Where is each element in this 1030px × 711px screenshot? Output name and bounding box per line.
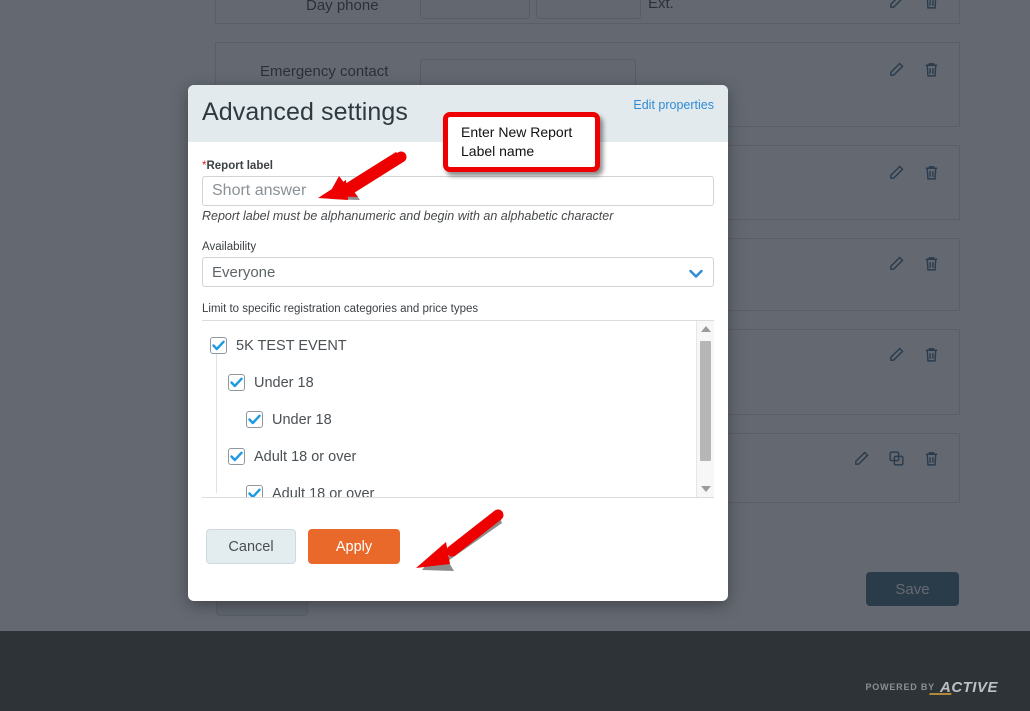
list-item-label: Under 18	[272, 411, 332, 428]
list-item[interactable]: Under 18	[202, 364, 696, 401]
checkbox-checked[interactable]	[228, 448, 245, 465]
annotation-callout-box: Enter New Report Label name	[443, 112, 600, 172]
availability-label: Availability	[202, 241, 257, 253]
list-item[interactable]: Under 18	[202, 401, 696, 438]
limit-categories-label: Limit to specific registration categorie…	[202, 303, 479, 315]
list-item-label: Under 18	[254, 374, 314, 391]
list-item[interactable]: Adult 18 or over	[202, 475, 696, 498]
cancel-button[interactable]: Cancel	[206, 529, 296, 564]
tree-scrollbar[interactable]	[696, 321, 714, 497]
active-brand-label: ACTIVE	[928, 679, 998, 696]
callout-line-1: Enter New Report	[461, 124, 573, 140]
page-title: Advanced settings	[202, 98, 408, 126]
availability-field: Everyone	[202, 257, 714, 287]
list-item-label: 5K TEST EVENT	[236, 337, 347, 354]
scrollbar-thumb[interactable]	[700, 341, 711, 461]
availability-select[interactable]: Everyone	[202, 257, 714, 287]
categories-tree-list: 5K TEST EVENT Under 18 Under 18 Adult 18…	[202, 321, 696, 497]
categories-tree: 5K TEST EVENT Under 18 Under 18 Adult 18…	[202, 320, 714, 498]
apply-button[interactable]: Apply	[308, 529, 400, 564]
list-item-label: Adult 18 or over	[272, 485, 375, 498]
powered-by-label: POWERED BY	[865, 682, 935, 692]
list-item[interactable]: Adult 18 or over	[202, 438, 696, 475]
checkbox-checked[interactable]	[228, 374, 245, 391]
report-label-helper-text: Report label must be alphanumeric and be…	[202, 209, 614, 223]
page-footer	[0, 631, 1030, 711]
edit-properties-link[interactable]: Edit properties	[633, 98, 714, 112]
checkbox-checked[interactable]	[210, 337, 227, 354]
list-item-label: Adult 18 or over	[254, 448, 357, 465]
checkbox-checked[interactable]	[246, 485, 263, 497]
report-label-input[interactable]	[202, 176, 714, 206]
powered-by-active-logo: POWERED BY ACTIVE	[865, 679, 998, 696]
dialog-body: *Report label Report label must be alpha…	[188, 160, 728, 564]
scroll-down-arrow-icon[interactable]	[701, 486, 711, 492]
annotation-arrow-to-apply	[416, 509, 504, 571]
annotation-arrow-to-input	[318, 151, 407, 200]
scroll-up-arrow-icon[interactable]	[701, 326, 711, 332]
swoosh-icon	[928, 683, 955, 695]
callout-line-2: Label name	[461, 143, 535, 159]
checkbox-checked[interactable]	[246, 411, 263, 428]
list-item[interactable]: 5K TEST EVENT	[202, 327, 696, 364]
